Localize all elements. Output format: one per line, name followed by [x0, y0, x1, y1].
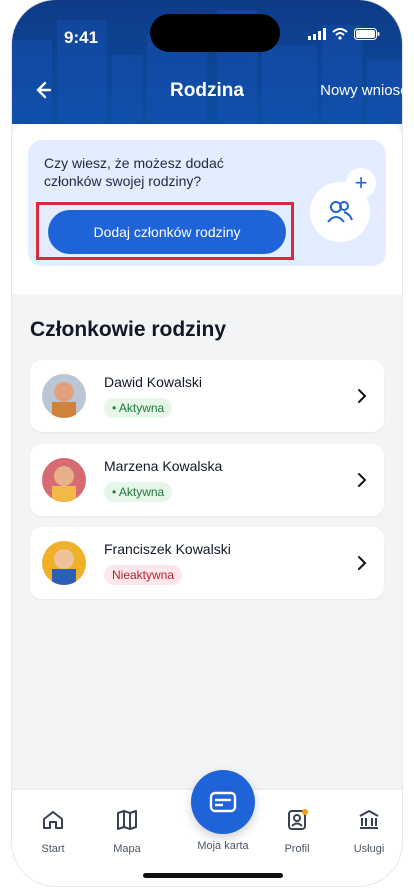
profile-icon: [288, 809, 308, 830]
promo-text: Czy wiesz, że możesz dodać członków swoj…: [44, 155, 224, 189]
chevron-right-icon: [358, 473, 367, 487]
avatar: [42, 458, 86, 502]
nav-label: Profil: [284, 843, 310, 855]
member-row[interactable]: Marzena Kowalska • Aktywna: [30, 444, 384, 516]
member-name: Dawid Kowalski: [104, 374, 203, 390]
my-card-button[interactable]: [191, 770, 255, 834]
dynamic-island: [150, 14, 280, 52]
avatar: [42, 374, 86, 418]
new-request-link[interactable]: Nowy wniosek: [320, 82, 402, 99]
plus-icon: +: [346, 168, 376, 198]
phone-screen: 9:41 Rodzina Nowy wnios Czy wiesz, że mo…: [12, 0, 402, 886]
avatar: [42, 541, 86, 585]
top-sheet: Czy wiesz, że możesz dodać członków swoj…: [12, 124, 402, 294]
status-badge: Nieaktywna: [104, 565, 183, 585]
section-title: Członkowie rodziny: [30, 318, 227, 341]
battery-icon: [354, 28, 380, 40]
nav-services[interactable]: Usługi: [334, 808, 402, 855]
signal-icon: [308, 28, 326, 40]
services-icon: [359, 810, 379, 829]
nav-profile[interactable]: Profil: [262, 808, 332, 855]
promo-card: Czy wiesz, że możesz dodać członków swoj…: [28, 140, 386, 266]
status-icons: [308, 28, 380, 40]
member-row[interactable]: Dawid Kowalski • Aktywna: [30, 360, 384, 432]
card-icon: [209, 791, 237, 813]
member-row[interactable]: Franciszek Kowalski Nieaktywna: [30, 527, 384, 599]
bottom-navigation: Start Mapa Moja karta Profil Usługi: [12, 770, 402, 886]
home-icon: [43, 811, 63, 829]
add-family-icon: [327, 201, 353, 223]
map-icon: [117, 810, 137, 830]
wifi-icon: [332, 28, 348, 40]
nav-my-card[interactable]: Moja karta: [188, 834, 258, 852]
nav-label: Usługi: [353, 843, 385, 855]
chevron-right-icon: [358, 389, 367, 403]
nav-label: Mapa: [113, 843, 141, 855]
nav-map[interactable]: Mapa: [92, 808, 162, 855]
home-indicator: [143, 873, 283, 878]
chevron-right-icon: [358, 556, 367, 570]
nav-label: Moja karta: [197, 840, 249, 852]
nav-start[interactable]: Start: [18, 808, 88, 855]
status-badge: • Aktywna: [104, 398, 173, 418]
status-time: 9:41: [64, 28, 99, 47]
add-family-members-button[interactable]: Dodaj członków rodziny: [48, 210, 286, 254]
member-name: Franciszek Kowalski: [104, 541, 231, 557]
status-badge: • Aktywna: [104, 482, 173, 502]
member-name: Marzena Kowalska: [104, 458, 223, 474]
header: 9:41 Rodzina Nowy wnios: [12, 0, 402, 124]
nav-label: Start: [41, 843, 65, 855]
